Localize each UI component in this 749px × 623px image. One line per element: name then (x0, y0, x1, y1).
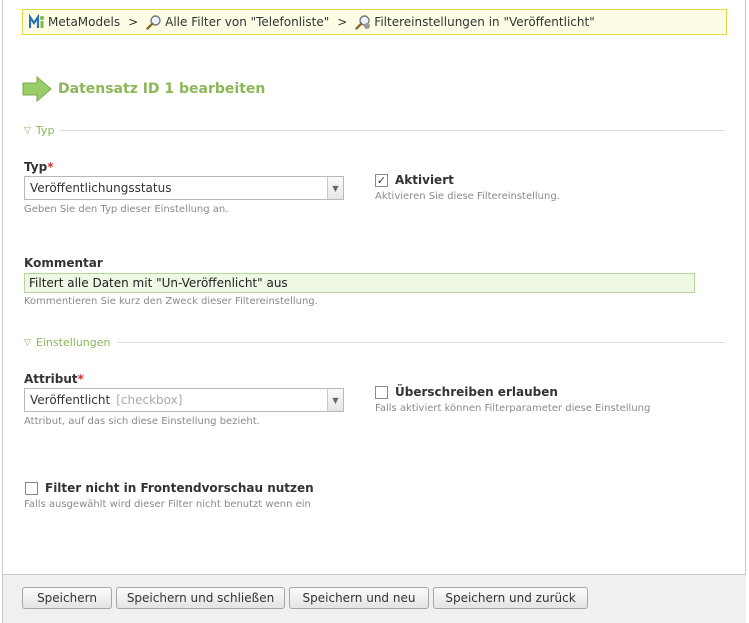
triangle-down-icon: ▽ (24, 125, 31, 136)
magnifier-settings-icon (355, 15, 371, 30)
aktiviert-checkbox[interactable]: ✓ (375, 174, 388, 187)
ueberschreiben-help: Falls aktiviert können Filterparameter d… (375, 403, 651, 414)
attribut-select-value: Veröffentlicht (30, 393, 111, 407)
check-icon: ✓ (376, 174, 387, 187)
attribut-label: Attribut* (24, 372, 84, 386)
legend-einstellungen-label: Einstellungen (35, 336, 111, 349)
page-heading: Datensatz ID 1 bearbeiten (22, 76, 265, 102)
legend-divider (60, 130, 725, 131)
breadcrumb-label-filtersettings: Filtereinstellungen in "Veröffentlicht" (374, 15, 595, 29)
typ-label: Typ* (24, 160, 53, 174)
kommentar-help: Kommentieren Sie kurz den Zweck dieser F… (24, 296, 318, 307)
breadcrumb-item-filters[interactable]: Alle Filter von "Telefonliste" (146, 14, 329, 30)
legend-typ-label: Typ (35, 124, 55, 137)
kommentar-input[interactable]: Filtert alle Daten mit "Un-Veröffenlicht… (24, 273, 695, 293)
chevron-down-icon[interactable]: ▼ (327, 389, 343, 411)
metamodels-icon (29, 14, 44, 28)
green-arrow-icon (22, 76, 52, 102)
frontend-help: Falls ausgewählt wird dieser Filter nich… (24, 499, 311, 510)
typ-select-value: Veröffentlichungsstatus (30, 181, 172, 195)
magnifier-icon (146, 15, 161, 30)
ueberschreiben-checkbox[interactable] (375, 386, 388, 399)
ueberschreiben-label[interactable]: Überschreiben erlauben (395, 385, 558, 399)
chevron-down-icon[interactable]: ▼ (327, 177, 343, 199)
attribut-select[interactable]: Veröffentlicht [checkbox] ▼ (24, 388, 344, 412)
triangle-down-icon: ▽ (24, 337, 31, 348)
frontend-label[interactable]: Filter nicht in Frontendvorschau nutzen (45, 481, 314, 495)
save-button[interactable]: Speichern (22, 587, 112, 609)
breadcrumb-label-filters: Alle Filter von "Telefonliste" (165, 15, 330, 29)
typ-label-text: Typ (24, 160, 48, 174)
attribut-help: Attribut, auf das sich diese Einstellung… (24, 416, 260, 427)
typ-select[interactable]: Veröffentlichungsstatus ▼ (24, 176, 344, 200)
save-back-button[interactable]: Speichern und zurück (433, 587, 588, 609)
breadcrumb-separator: > (337, 15, 348, 29)
save-new-button[interactable]: Speichern und neu (289, 587, 429, 609)
page-title: Datensatz ID 1 bearbeiten (58, 81, 266, 97)
breadcrumb-separator: > (128, 15, 139, 29)
aktiviert-help: Aktivieren Sie diese Filtereinstellung. (375, 191, 560, 202)
breadcrumb-label-metamodels: MetaModels (48, 15, 121, 29)
attribut-label-text: Attribut (24, 372, 78, 386)
save-close-button[interactable]: Speichern und schließen (116, 587, 285, 609)
attribut-select-type-hint: [checkbox] (116, 393, 183, 407)
breadcrumb-item-filtersettings: Filtereinstellungen in "Veröffentlicht" (355, 14, 595, 30)
legend-einstellungen[interactable]: ▽ Einstellungen (24, 336, 725, 349)
kommentar-label: Kommentar (24, 256, 103, 270)
frontend-checkbox[interactable] (25, 482, 38, 495)
breadcrumb-item-metamodels[interactable]: MetaModels (29, 14, 120, 30)
legend-typ[interactable]: ▽ Typ (24, 124, 725, 137)
legend-divider (116, 342, 725, 343)
breadcrumb: MetaModels > Alle Filter von "Telefonlis… (22, 9, 727, 35)
required-mark: * (77, 372, 84, 386)
typ-help: Geben Sie den Typ dieser Einstellung an. (24, 204, 229, 215)
aktiviert-label[interactable]: Aktiviert (395, 173, 454, 187)
required-mark: * (47, 160, 54, 174)
